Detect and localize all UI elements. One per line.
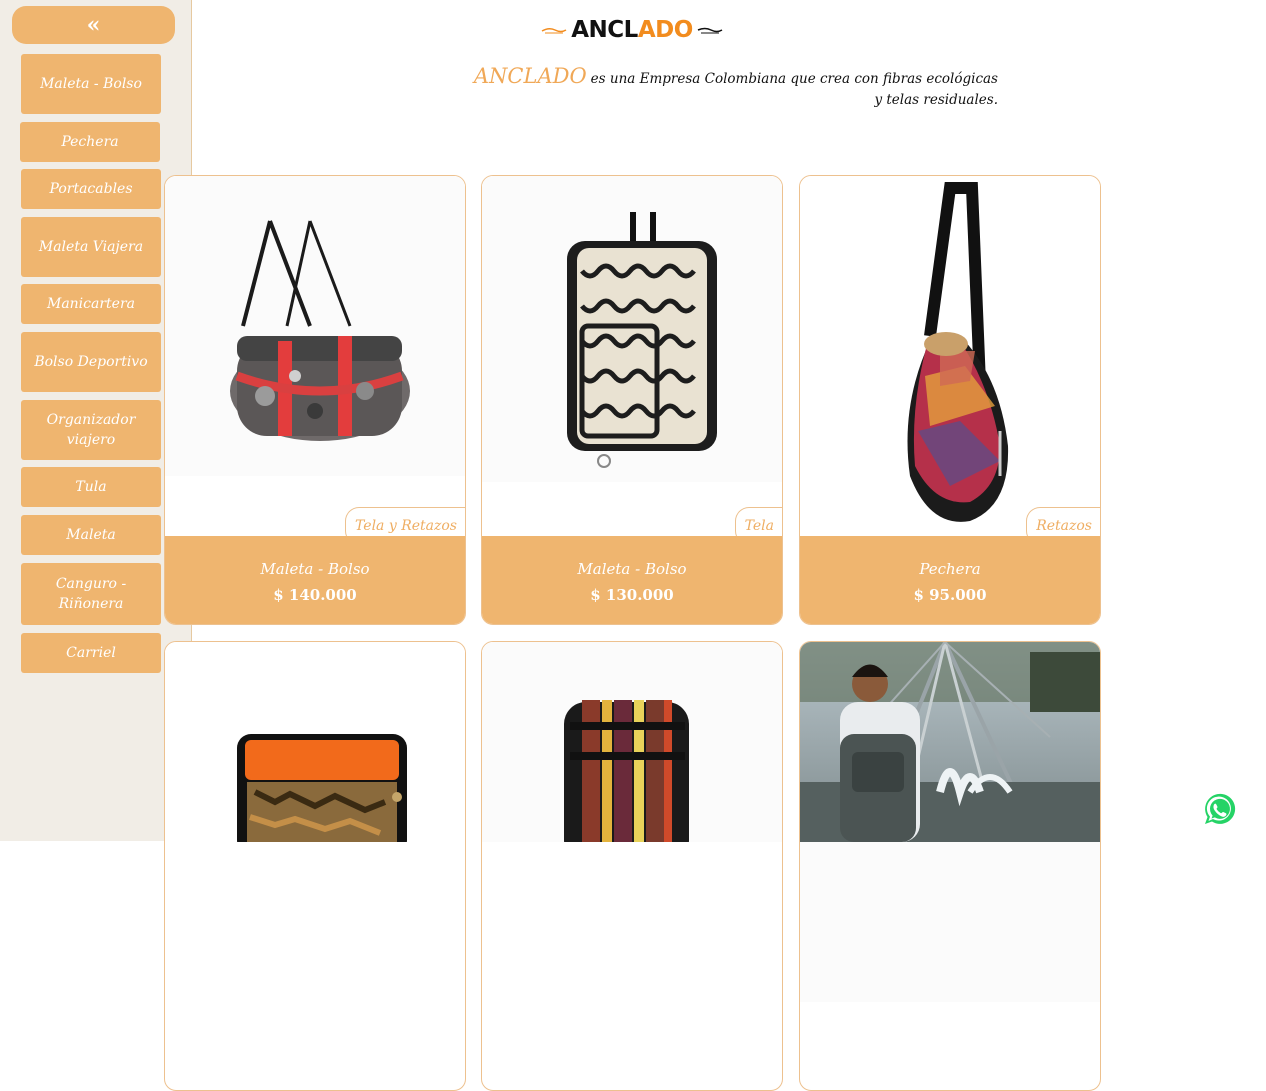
product-price: $ 130.000 — [590, 586, 674, 604]
sidebar-item-tula[interactable]: Tula — [21, 467, 161, 507]
product-name: Pechera — [919, 560, 981, 578]
whatsapp-button[interactable] — [1200, 792, 1237, 829]
product-price: $ 95.000 — [913, 586, 987, 604]
sidebar-item-label: Pechera — [61, 134, 119, 150]
sidebar-item-label: Organizador viajero — [46, 412, 136, 448]
sidebar-item-canguro-rinonera[interactable]: Canguro - Riñonera — [21, 563, 161, 625]
sidebar-item-label: Maleta — [66, 527, 116, 543]
product-image-duffel-bag — [165, 176, 465, 536]
sidebar-item-organizador-viajero[interactable]: Organizador viajero — [21, 400, 161, 460]
sidebar-item-label: Maleta Viajera — [38, 239, 144, 255]
sidebar-item-bolso-deportivo[interactable]: Bolso Deportivo — [21, 332, 161, 392]
product-image-woven-backpack — [482, 642, 782, 1002]
sidebar-item-portacables[interactable]: Portacables — [21, 169, 161, 209]
product-image-lifestyle-photo — [800, 642, 1100, 1002]
product-card[interactable]: Tela y Retazos Maleta - Bolso $ 140.000 — [164, 175, 466, 625]
tagline-text: es una Empresa Colombiana que crea con f… — [590, 71, 998, 108]
sidebar-item-label: Portacables — [49, 181, 133, 197]
sidebar-item-label: Bolso Deportivo — [34, 354, 148, 370]
brand-logo[interactable]: ANCLADO — [536, 14, 728, 46]
product-card[interactable] — [481, 641, 783, 1091]
sidebar-item-label: Tula — [75, 479, 107, 495]
product-name: Maleta - Bolso — [260, 560, 370, 578]
whatsapp-icon — [1205, 793, 1236, 824]
sidebar-item-label: Canguro - Riñonera — [55, 576, 127, 612]
product-price: $ 140.000 — [273, 586, 357, 604]
sidebar-item-carriel[interactable]: Carriel — [21, 633, 161, 673]
tagline: ANCLADO es una Empresa Colombiana que cre… — [470, 66, 998, 111]
sidebar-item-maleta-bolso[interactable]: Maleta - Bolso — [21, 54, 161, 114]
product-image-orange-bag — [165, 642, 465, 1002]
right-swoosh-icon — [697, 27, 723, 34]
sidebar-item-manicartera[interactable]: Manicartera — [21, 284, 161, 324]
product-card[interactable]: Tela Maleta - Bolso $ 130.000 — [481, 175, 783, 625]
product-card[interactable]: Retazos Pechera $ 95.000 — [799, 175, 1101, 625]
logo-text: ANCLADO — [571, 17, 693, 43]
product-card[interactable] — [799, 641, 1101, 1091]
product-image-sling-bag — [800, 176, 1100, 536]
product-info: Pechera $ 95.000 — [800, 536, 1100, 624]
sidebar-item-pechera[interactable]: Pechera — [20, 122, 160, 162]
product-info: Maleta - Bolso $ 140.000 — [165, 536, 465, 624]
product-name: Maleta - Bolso — [577, 560, 687, 578]
sidebar-item-label: Maleta - Bolso — [40, 76, 142, 92]
sidebar-item-maleta[interactable]: Maleta — [21, 515, 161, 555]
sidebar-item-label: Manicartera — [46, 296, 135, 312]
collapse-sidebar-button[interactable]: « — [12, 6, 175, 44]
tagline-brand: ANCLADO — [473, 64, 587, 88]
product-image-backpack — [482, 176, 782, 536]
product-card[interactable] — [164, 641, 466, 1091]
product-info: Maleta - Bolso $ 130.000 — [482, 536, 782, 624]
sidebar-item-maleta-viajera[interactable]: Maleta Viajera — [21, 217, 161, 277]
sidebar-item-label: Carriel — [66, 645, 116, 661]
left-swoosh-icon — [541, 27, 567, 34]
